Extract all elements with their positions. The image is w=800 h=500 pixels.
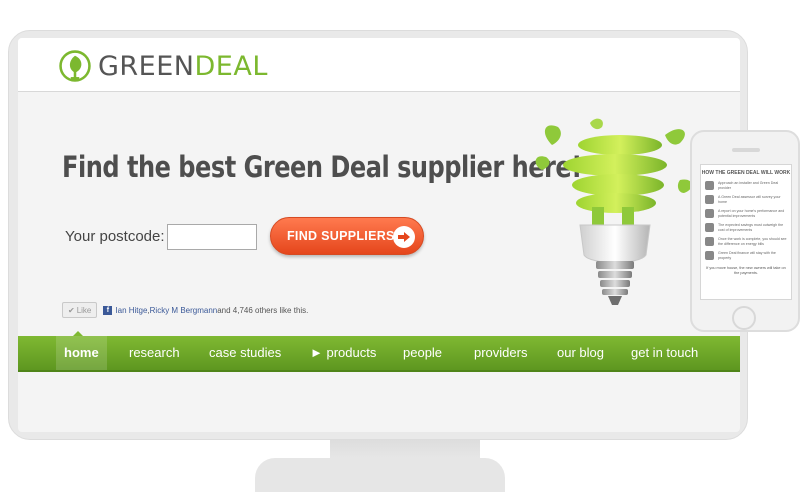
phone-step-text: Green Deal finance will stay with the pr…	[718, 251, 776, 260]
hero-title: Find the best Green Deal supplier here!	[62, 150, 582, 184]
nav-item-products[interactable]: ► products	[310, 336, 376, 370]
pound-icon	[705, 251, 714, 260]
nav-item-our-blog[interactable]: our blog	[557, 336, 604, 370]
phone-step-text: Once the work is complete, you should se…	[718, 237, 787, 246]
phone-home-button	[732, 306, 756, 330]
nav-item-home[interactable]: home	[56, 336, 107, 370]
like-button[interactable]: ✔ Like	[62, 302, 98, 318]
phone-speaker	[732, 148, 760, 152]
liker-name-2[interactable]: Ricky M Bergmann	[150, 306, 218, 315]
bar-chart-icon	[705, 237, 714, 246]
phone-step: The expected savings must outweigh the c…	[705, 223, 787, 232]
phone-screen-title: HOW THE GREEN DEAL WILL WORK	[701, 170, 791, 176]
phone-step: Approach an installer and Green Deal pro…	[705, 181, 787, 190]
phone-step-text: The expected savings must outweigh the c…	[718, 223, 784, 232]
nav-item-people[interactable]: people	[403, 336, 442, 370]
phone-screen: HOW THE GREEN DEAL WILL WORK Approach an…	[700, 164, 792, 300]
main-nav: home research case studies ► products pe…	[18, 336, 740, 372]
facebook-icon: f	[103, 305, 113, 315]
nav-item-get-in-touch[interactable]: get in touch	[631, 336, 698, 370]
likes-count-text: and 4,746 others like this.	[217, 305, 309, 315]
phone-step-text: A Green Deal assessor will survey your h…	[718, 195, 781, 204]
liker-name-1[interactable]: Ian Hitge	[115, 306, 147, 315]
clipboard-icon	[705, 209, 714, 218]
like-button-label: Like	[76, 305, 92, 315]
arrow-right-icon	[393, 226, 415, 248]
eco-lightbulb-illustration	[535, 118, 692, 305]
house-icon	[705, 181, 714, 190]
leaf-plug-icon	[59, 50, 91, 82]
logo-text: GREENDEAL	[98, 51, 268, 82]
logo-text-deal: DEAL	[194, 50, 268, 82]
tools-icon	[705, 195, 714, 204]
thumbs-up-icon: ✔	[68, 305, 75, 315]
logo-text-green: GREEN	[98, 50, 195, 82]
nav-item-research[interactable]: research	[129, 336, 180, 370]
find-suppliers-label: FIND SUPPLIERS	[287, 229, 395, 243]
nav-item-providers[interactable]: providers	[474, 336, 527, 370]
phone-step: A report on your home's performance and …	[705, 209, 787, 218]
phone-step-text: Approach an installer and Green Deal pro…	[718, 181, 779, 190]
nav-item-case-studies[interactable]: case studies	[209, 336, 281, 370]
site-logo[interactable]: GREENDEAL	[58, 46, 268, 86]
phone-step: Once the work is complete, you should se…	[705, 237, 787, 246]
scales-icon	[705, 223, 714, 232]
monitor-stand	[255, 458, 505, 492]
phone-step: Green Deal finance will stay with the pr…	[705, 251, 787, 260]
site-header: GREENDEAL	[18, 38, 740, 92]
phone-step-text: A report on your home's performance and …	[718, 209, 785, 218]
phone-footer-text: If you move house, the new owners will t…	[706, 266, 786, 275]
find-suppliers-button[interactable]: FIND SUPPLIERS	[270, 217, 424, 255]
phone-step: A Green Deal assessor will survey your h…	[705, 195, 787, 204]
postcode-input[interactable]	[167, 224, 257, 250]
facebook-like-bar: ✔ Like f Ian Hitge, Ricky M Bergmann and …	[62, 302, 308, 318]
postcode-label: Your postcode:	[65, 228, 165, 245]
smartphone-mockup: HOW THE GREEN DEAL WILL WORK Approach an…	[690, 130, 800, 332]
